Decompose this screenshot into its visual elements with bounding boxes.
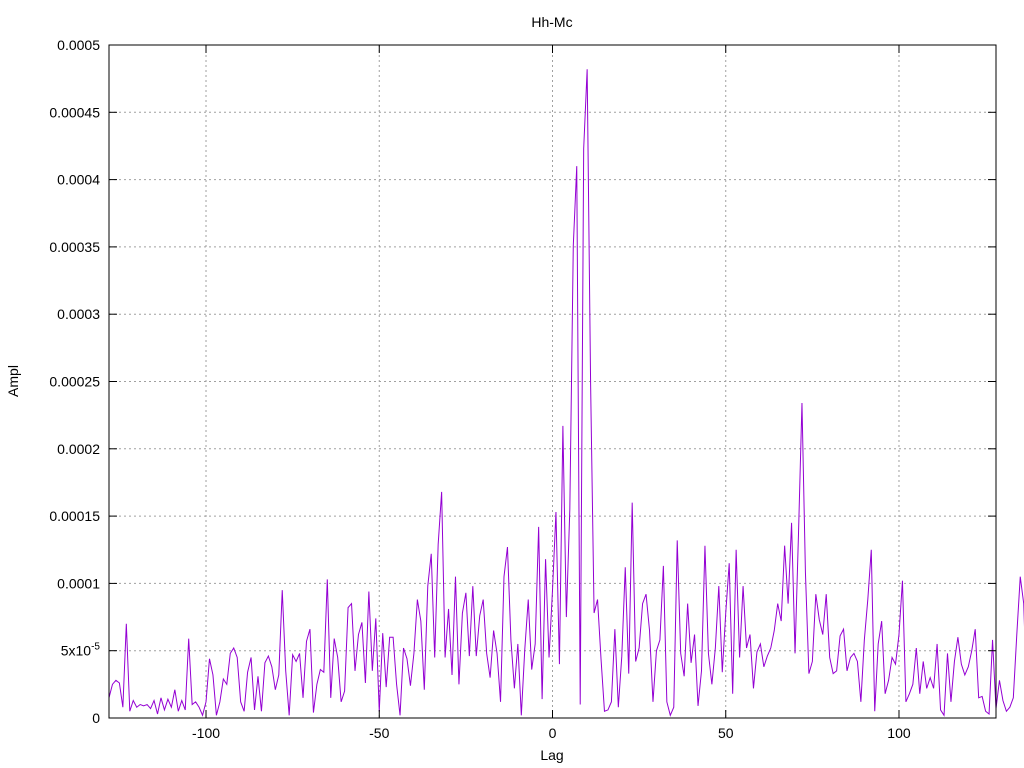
y-tick-label: 0.0001	[57, 575, 100, 591]
x-tick-label: 50	[718, 725, 734, 741]
y-tick-label: 0.0003	[57, 306, 100, 322]
y-tick-label: 0.00045	[49, 104, 100, 120]
y-tick-label: 0.00025	[49, 374, 100, 390]
x-axis-label: Lag	[540, 747, 563, 763]
y-tick-label: 0.00015	[49, 508, 100, 524]
y-tick-label: 0.00035	[49, 239, 100, 255]
x-tick-label: -50	[369, 725, 389, 741]
y-tick-label: 0.0002	[57, 441, 100, 457]
y-tick-label: 0.0005	[57, 37, 100, 53]
y-tick-label: 0	[92, 710, 100, 726]
y-axis-label: Ampl	[5, 365, 21, 397]
grid-lines	[109, 45, 996, 718]
x-tick-label: 0	[549, 725, 557, 741]
chart-title: Hh-Mc	[531, 14, 572, 30]
plot-area	[108, 69, 1024, 717]
y-tick-label: 5x10-5	[61, 642, 101, 659]
x-tick-label: 100	[887, 725, 911, 741]
axis-ticks: -100 -50 0 50 100 0 5x10-5 0.0001 0.00015 0.0002 0…	[49, 37, 996, 741]
chart: -100 -50 0 50 100 0 5x10-5 0.0001 0.00015 0.0002 0…	[5, 14, 1024, 763]
y-tick-label: 0.0004	[57, 172, 100, 188]
x-tick-label: -100	[192, 725, 220, 741]
series-line	[108, 69, 1024, 717]
